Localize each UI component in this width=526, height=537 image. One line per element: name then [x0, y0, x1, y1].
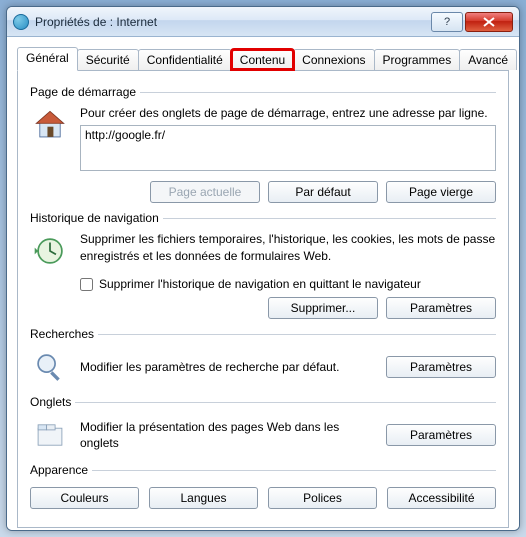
homepage-url-input[interactable]	[80, 125, 496, 171]
tab-panel-general: Page de démarrage Pour créer des onglets…	[17, 71, 509, 528]
history-chk-label: Supprimer l'historique de navigation en …	[99, 277, 421, 291]
tab-advanced[interactable]: Avancé	[459, 49, 517, 70]
homepage-current-button[interactable]: Page actuelle	[150, 181, 260, 203]
home-icon	[30, 105, 70, 145]
group-homepage: Page de démarrage Pour créer des onglets…	[30, 85, 496, 203]
tab-security[interactable]: Sécurité	[77, 49, 139, 70]
tab-privacy[interactable]: Confidentialité	[138, 49, 232, 70]
tab-programs[interactable]: Programmes	[374, 49, 461, 70]
tab-connections[interactable]: Connexions	[293, 49, 374, 70]
appearance-fonts-button[interactable]: Polices	[268, 487, 377, 509]
tabs-settings-button[interactable]: Paramètres	[386, 424, 496, 446]
history-delete-on-exit-input[interactable]	[80, 278, 93, 291]
tabs-icon	[30, 415, 70, 455]
history-desc: Supprimer les fichiers temporaires, l'hi…	[80, 231, 496, 263]
group-tabs: Onglets Modifier la présentation des pag…	[30, 395, 496, 455]
tabs-desc: Modifier la présentation des pages Web d…	[80, 419, 376, 451]
titlebar: Propriétés de : Internet ?	[7, 7, 519, 37]
tab-content[interactable]: Contenu	[231, 49, 294, 70]
group-history: Historique de navigation Supprimer les f…	[30, 211, 496, 319]
search-settings-button[interactable]: Paramètres	[386, 356, 496, 378]
homepage-desc: Pour créer des onglets de page de démarr…	[80, 105, 496, 121]
appearance-colors-button[interactable]: Couleurs	[30, 487, 139, 509]
appearance-languages-button[interactable]: Langues	[149, 487, 258, 509]
magnifier-icon	[30, 347, 70, 387]
window-title: Propriétés de : Internet	[35, 15, 431, 29]
help-button[interactable]: ?	[431, 12, 463, 32]
history-delete-on-exit-checkbox[interactable]: Supprimer l'historique de navigation en …	[80, 277, 496, 291]
group-tabs-legend: Onglets	[30, 395, 75, 409]
tabstrip: Général Sécurité Confidentialité Contenu…	[17, 49, 509, 71]
group-appearance: Apparence Couleurs Langues Polices Acces…	[30, 463, 496, 509]
group-search: Recherches Modifier les paramètres de re…	[30, 327, 496, 387]
group-appearance-legend: Apparence	[30, 463, 92, 477]
internet-options-icon	[13, 14, 29, 30]
close-button[interactable]	[465, 12, 513, 32]
search-desc: Modifier les paramètres de recherche par…	[80, 359, 376, 375]
dialog-content: Général Sécurité Confidentialité Contenu…	[7, 37, 519, 531]
homepage-blank-button[interactable]: Page vierge	[386, 181, 496, 203]
homepage-default-button[interactable]: Par défaut	[268, 181, 378, 203]
history-icon	[30, 231, 70, 271]
group-homepage-legend: Page de démarrage	[30, 85, 140, 99]
appearance-accessibility-button[interactable]: Accessibilité	[387, 487, 496, 509]
group-history-legend: Historique de navigation	[30, 211, 163, 225]
tab-general[interactable]: Général	[17, 47, 78, 71]
history-settings-button[interactable]: Paramètres	[386, 297, 496, 319]
window-controls: ?	[431, 12, 513, 32]
group-search-legend: Recherches	[30, 327, 98, 341]
dialog-window: Propriétés de : Internet ? Général Sécur…	[6, 6, 520, 531]
history-delete-button[interactable]: Supprimer...	[268, 297, 378, 319]
